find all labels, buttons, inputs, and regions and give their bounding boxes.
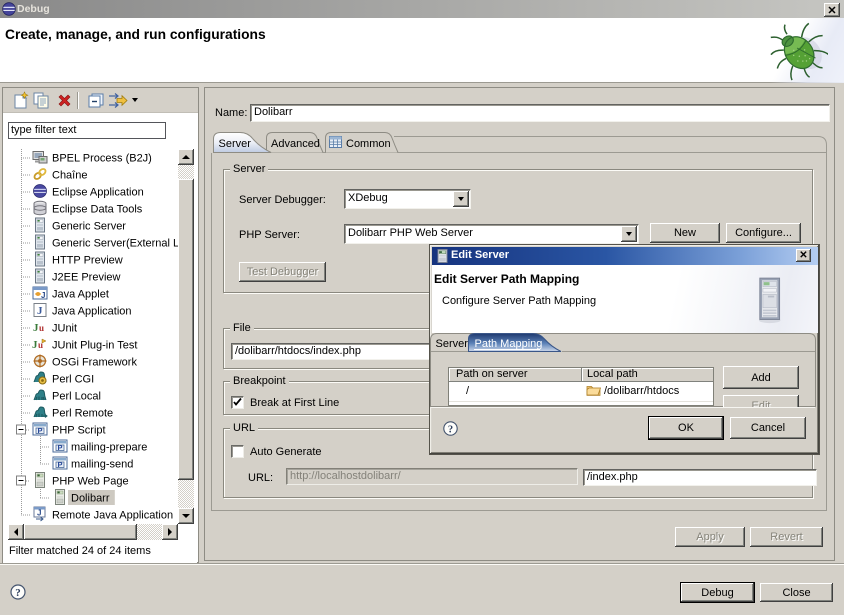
svg-text:Perl CGI: Perl CGI [52, 374, 94, 386]
svg-text:JUnit: JUnit [52, 323, 77, 335]
svg-text:Advanced: Advanced [271, 138, 320, 150]
svg-text:HTTP Preview: HTTP Preview [52, 255, 123, 267]
svg-text:Server: Server [219, 138, 252, 150]
svg-text:P: P [58, 443, 63, 452]
svg-text:?: ? [448, 424, 453, 435]
svg-text:Chaîne: Chaîne [52, 170, 87, 182]
svg-text:J2EE Preview: J2EE Preview [52, 272, 121, 284]
svg-text:?: ? [15, 587, 21, 599]
svg-text:Dolibarr: Dolibarr [71, 493, 110, 505]
svg-text:Common: Common [346, 138, 391, 150]
svg-text:Path Mapping: Path Mapping [475, 338, 543, 350]
svg-text:P: P [58, 460, 63, 469]
svg-text:PHP Web Page: PHP Web Page [52, 476, 129, 488]
svg-text:Remote Java Application: Remote Java Application [52, 510, 173, 522]
svg-text:JUnit Plug-in Test: JUnit Plug-in Test [52, 340, 137, 352]
svg-text:Generic Server: Generic Server [52, 221, 126, 233]
svg-text:Perl Remote: Perl Remote [52, 408, 113, 420]
svg-text:Perl Local: Perl Local [52, 391, 101, 403]
svg-text:u: u [39, 323, 44, 333]
svg-text:mailing-prepare: mailing-prepare [71, 442, 147, 454]
svg-text:Java Application: Java Application [52, 306, 132, 318]
svg-text:Generic Server(External La: Generic Server(External La [52, 238, 186, 250]
svg-text:Server: Server [436, 338, 469, 350]
svg-text:PHP Script: PHP Script [52, 425, 106, 437]
svg-text:J: J [37, 509, 41, 518]
svg-text:J: J [37, 305, 43, 317]
svg-text:BPEL Process (B2J): BPEL Process (B2J) [52, 153, 152, 165]
svg-text:Eclipse Data Tools: Eclipse Data Tools [52, 204, 143, 216]
svg-text:OSGi Framework: OSGi Framework [52, 357, 137, 369]
svg-text:Eclipse Application: Eclipse Application [52, 187, 144, 199]
svg-text:mailing-send: mailing-send [71, 459, 133, 471]
svg-text:P: P [38, 426, 43, 435]
svg-text:Java Applet: Java Applet [52, 289, 109, 301]
svg-text:J: J [41, 291, 45, 300]
